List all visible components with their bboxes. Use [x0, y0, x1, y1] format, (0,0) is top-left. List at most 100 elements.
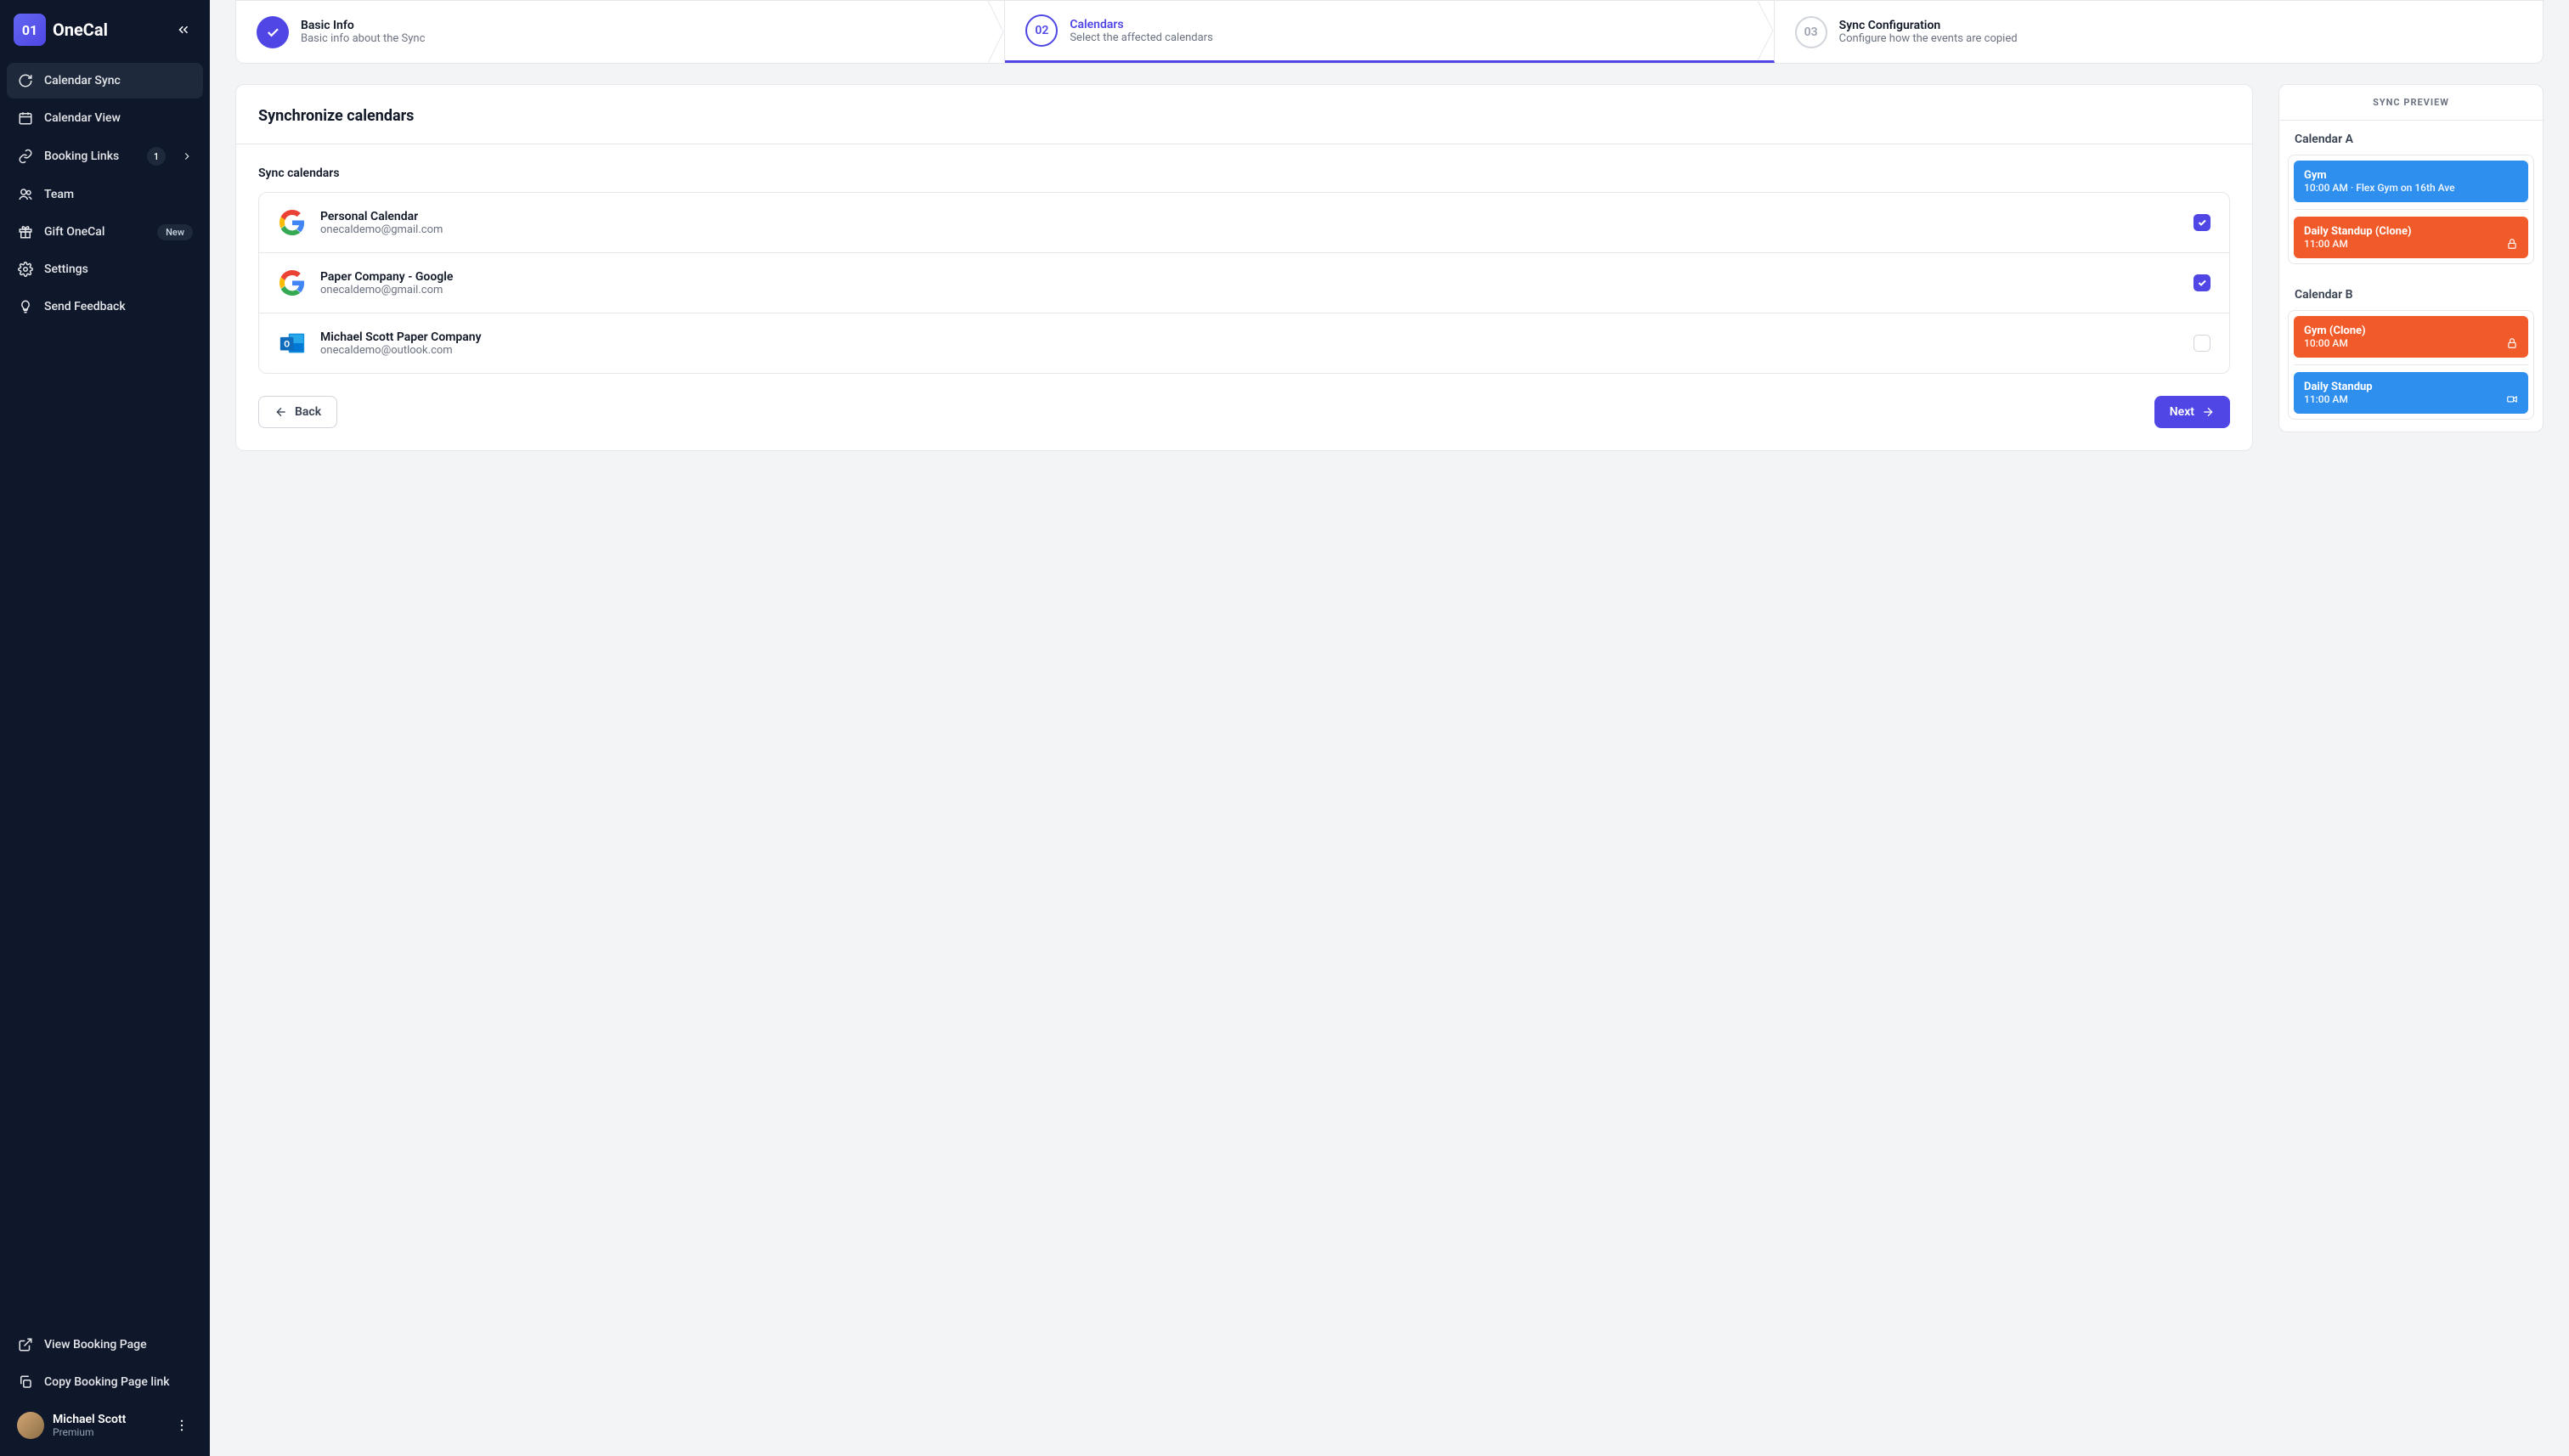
stepper: Basic Info Basic info about the Sync 02 … — [235, 0, 2544, 64]
sync-preview: SYNC PREVIEW Calendar A Gym 10:00 AM · F… — [2278, 84, 2544, 432]
event-time: 11:00 AM — [2304, 238, 2518, 250]
event-time: 10:00 AM — [2304, 337, 2518, 349]
user-row: Michael Scott Premium — [7, 1402, 203, 1442]
user-menu-button[interactable] — [171, 1414, 193, 1436]
lightbulb-icon — [17, 298, 34, 315]
event-separator — [2294, 209, 2528, 210]
calendar-email: onecaldemo@outlook.com — [320, 344, 482, 357]
nav-team[interactable]: Team — [7, 177, 203, 212]
preview-event: Gym (Clone) 10:00 AM — [2294, 316, 2528, 358]
nav-view-booking-page[interactable]: View Booking Page — [7, 1327, 203, 1363]
card-title: Synchronize calendars — [258, 107, 2230, 125]
step-arrow-icon — [988, 1, 1005, 63]
logo-row: 01 OneCal — [7, 14, 203, 59]
logo[interactable]: 01 OneCal — [14, 14, 108, 46]
preview-event: Daily Standup (Clone) 11:00 AM — [2294, 217, 2528, 258]
user-name: Michael Scott — [53, 1413, 126, 1426]
nav-settings[interactable]: Settings — [7, 251, 203, 287]
check-icon — [257, 16, 289, 48]
step-title: Calendars — [1070, 18, 1212, 31]
calendar-email: onecaldemo@gmail.com — [320, 284, 453, 296]
preview-cal-b-events: Gym (Clone) 10:00 AM Daily Standup 11:00… — [2288, 310, 2534, 420]
outlook-icon: O — [278, 329, 307, 358]
preview-cal-a-events: Gym 10:00 AM · Flex Gym on 16th Ave Dail… — [2288, 155, 2534, 264]
card-body: Sync calendars Personal Calendar onecald… — [236, 144, 2252, 396]
event-title: Daily Standup (Clone) — [2304, 225, 2518, 238]
calendar-checkbox[interactable] — [2194, 214, 2210, 231]
next-button[interactable]: Next — [2154, 396, 2230, 428]
nav-label: Team — [44, 188, 74, 201]
step-title: Basic Info — [301, 19, 425, 32]
calendar-checkbox[interactable] — [2194, 335, 2210, 352]
calendar-icon — [17, 110, 34, 127]
nav-gift[interactable]: Gift OneCal New — [7, 214, 203, 250]
event-title: Daily Standup — [2304, 381, 2518, 393]
event-title: Gym — [2304, 169, 2518, 182]
nav-booking-links[interactable]: Booking Links 1 — [7, 138, 203, 175]
step-number: 03 — [1795, 16, 1827, 48]
gift-icon — [17, 223, 34, 240]
preview-cal-b-title: Calendar B — [2279, 276, 2543, 310]
event-title: Gym (Clone) — [2304, 324, 2518, 337]
step-calendars[interactable]: 02 Calendars Select the affected calenda… — [1005, 1, 1774, 63]
nav-label: Copy Booking Page link — [44, 1375, 170, 1389]
step-subtitle: Select the affected calendars — [1070, 31, 1212, 44]
step-subtitle: Basic info about the Sync — [301, 32, 425, 45]
calendar-checkbox[interactable] — [2194, 274, 2210, 291]
chevron-right-icon — [181, 150, 193, 162]
back-button[interactable]: Back — [258, 396, 337, 428]
nav-label: View Booking Page — [44, 1338, 147, 1352]
sidebar-collapse-button[interactable] — [171, 17, 196, 42]
nav-feedback[interactable]: Send Feedback — [7, 289, 203, 324]
google-icon — [278, 208, 307, 237]
lock-icon — [2506, 238, 2518, 250]
copy-icon — [17, 1374, 34, 1391]
event-separator — [2294, 364, 2528, 365]
step-basic-info[interactable]: Basic Info Basic info about the Sync — [236, 1, 1005, 63]
calendar-email: onecaldemo@gmail.com — [320, 223, 443, 236]
badge-new: New — [157, 224, 193, 240]
nav-label: Booking Links — [44, 150, 119, 163]
preview-cal-a-title: Calendar A — [2279, 121, 2543, 155]
gear-icon — [17, 261, 34, 278]
step-number: 02 — [1025, 14, 1058, 47]
main: Basic Info Basic info about the Sync 02 … — [210, 0, 2569, 1456]
calendar-list: Personal Calendar onecaldemo@gmail.com P… — [258, 192, 2230, 374]
content-row: Synchronize calendars Sync calendars Per… — [210, 64, 2569, 471]
calendar-name: Personal Calendar — [320, 210, 443, 223]
calendar-item[interactable]: Personal Calendar onecaldemo@gmail.com — [259, 193, 2229, 253]
step-subtitle: Configure how the events are copied — [1839, 32, 2018, 45]
section-label: Sync calendars — [258, 166, 2230, 180]
card-header: Synchronize calendars — [236, 85, 2252, 144]
nav-calendar-sync[interactable]: Calendar Sync — [7, 63, 203, 99]
sync-icon — [17, 72, 34, 89]
logo-mark: 01 — [14, 14, 46, 46]
svg-text:O: O — [284, 340, 290, 349]
step-sync-config[interactable]: 03 Sync Configuration Configure how the … — [1775, 1, 2543, 63]
calendar-name: Michael Scott Paper Company — [320, 330, 482, 344]
nav-label: Gift OneCal — [44, 225, 104, 239]
logo-text: OneCal — [53, 20, 108, 40]
video-icon — [2506, 393, 2518, 405]
step-title: Sync Configuration — [1839, 19, 2018, 32]
sidebar: 01 OneCal Calendar Sync Calendar View Bo… — [0, 0, 210, 1456]
calendar-name: Paper Company - Google — [320, 270, 453, 284]
avatar — [17, 1412, 44, 1439]
nav-calendar-view[interactable]: Calendar View — [7, 100, 203, 136]
link-icon — [17, 148, 34, 165]
button-label: Back — [295, 405, 321, 419]
arrow-left-icon — [274, 405, 288, 419]
user-plan: Premium — [53, 1426, 126, 1438]
event-time: 10:00 AM · Flex Gym on 16th Ave — [2304, 182, 2518, 194]
preview-event: Gym 10:00 AM · Flex Gym on 16th Ave — [2294, 161, 2528, 202]
nav-copy-booking-link[interactable]: Copy Booking Page link — [7, 1364, 203, 1400]
preview-header: SYNC PREVIEW — [2279, 85, 2543, 121]
google-icon — [278, 268, 307, 297]
step-arrow-icon — [1758, 1, 1775, 60]
preview-event: Daily Standup 11:00 AM — [2294, 372, 2528, 414]
chevron-double-left-icon — [176, 22, 191, 37]
team-icon — [17, 186, 34, 203]
dots-vertical-icon — [174, 1418, 189, 1433]
calendar-item[interactable]: Paper Company - Google onecaldemo@gmail.… — [259, 253, 2229, 313]
calendar-item[interactable]: O Michael Scott Paper Company onecaldemo… — [259, 313, 2229, 373]
